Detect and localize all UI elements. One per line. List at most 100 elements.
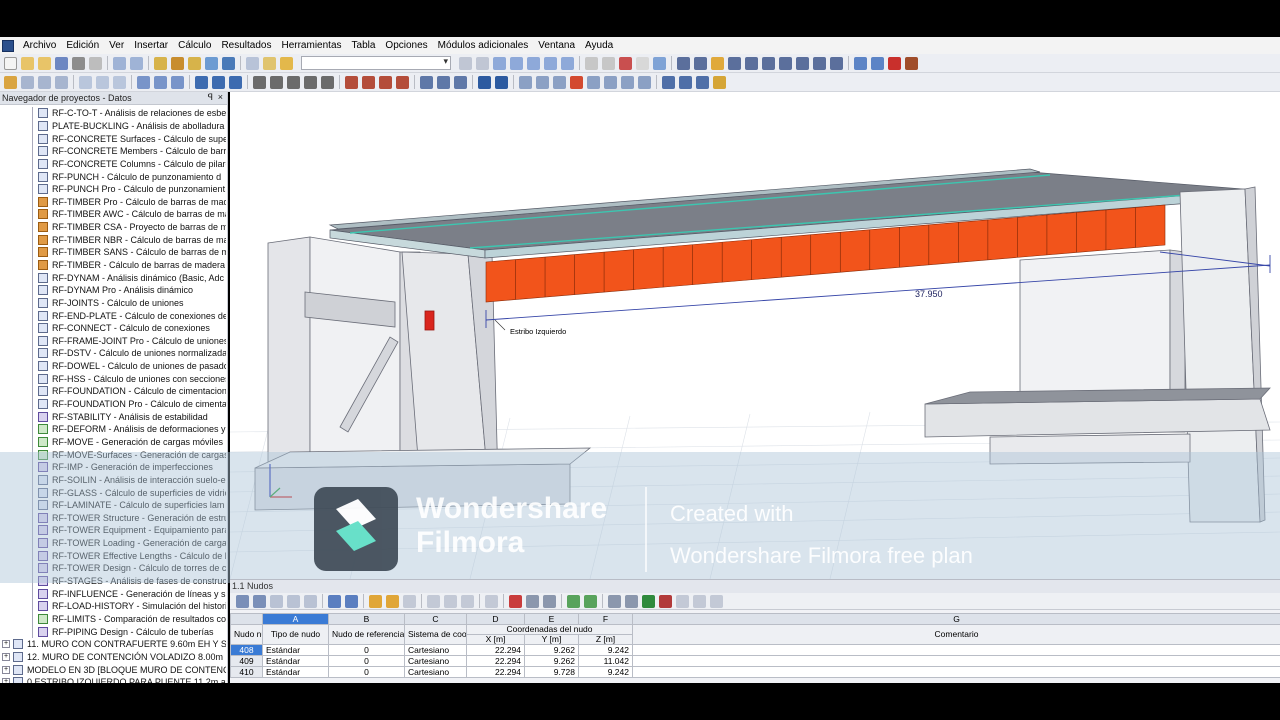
column-letter[interactable]: C [404,613,467,625]
menu-ventana[interactable]: Ventana [533,40,580,51]
next-icon[interactable] [476,56,489,70]
imposed-deformation-icon[interactable] [396,75,409,89]
support-icon[interactable] [137,75,150,89]
navigator-item[interactable]: RF-CONCRETE Surfaces - Cálculo de superf [0,132,226,145]
column-letter[interactable]: D [466,613,525,625]
navigator-item[interactable]: RF-TIMBER - Cálculo de barras de madera [0,258,226,272]
render-options-icon[interactable] [662,75,675,89]
select-icon[interactable] [4,75,17,89]
open-project-icon[interactable] [38,56,51,70]
load-case-select[interactable] [301,56,451,70]
table-settings-icon[interactable] [608,594,621,608]
cell-z[interactable]: 9.242 [578,644,633,656]
cell-sistema[interactable]: Cartesiano [404,655,467,667]
move-icon[interactable] [253,75,266,89]
cell-y[interactable]: 9.728 [524,666,579,678]
navigator-item[interactable]: RF-TIMBER NBR - Cálculo de barras de mac [0,233,226,247]
menu-edicion[interactable]: Edición [61,40,104,51]
column-letter[interactable]: A [262,613,329,625]
menu-ayuda[interactable]: Ayuda [580,40,618,51]
close-icon[interactable]: × [218,92,223,102]
transparency-icon[interactable] [679,75,692,89]
navigator-item[interactable]: RF-TIMBER Pro - Cálculo de barras de mad [0,195,226,209]
surface-icon[interactable] [79,75,92,89]
navigator-item[interactable]: PLATE-BUCKLING - Análisis de abolladura [0,119,226,133]
section-icon[interactable] [519,75,532,89]
cell-tipo[interactable]: Estándar [262,666,329,678]
table-insert-row-icon[interactable] [304,594,317,608]
axis-icon[interactable] [638,75,651,89]
navigator-item[interactable]: RF-TIMBER SANS - Cálculo de barras de ma [0,246,226,259]
rotate-icon[interactable] [270,75,283,89]
guideline-icon[interactable] [454,75,467,89]
navigator-model-item[interactable]: +12. MURO DE CONTENCIÓN VOLADIZO 8.00m E… [0,651,226,664]
table-select-icon[interactable] [328,594,341,608]
column-letter[interactable]: E [524,613,579,625]
navigator-item[interactable]: RF-TIMBER AWC - Cálculo de barras de ma [0,208,226,221]
view-z-icon[interactable] [561,56,574,70]
navigator-item[interactable]: RF-PUNCH Pro - Cálculo de punzonamient [0,182,226,196]
row-header[interactable]: 410 [230,666,263,678]
menu-archivo[interactable]: Archivo [18,40,61,51]
cell-sistema[interactable]: Cartesiano [404,666,467,678]
design-check-icon[interactable] [713,75,726,89]
navigator-item[interactable]: RF-DSTV - Cálculo de uniones normalizada [0,347,226,360]
opening-icon[interactable] [96,75,109,89]
highlight-icon[interactable] [711,56,724,70]
table-fx-icon[interactable] [676,594,689,608]
table-redo-icon[interactable] [386,594,399,608]
nodes-icon[interactable] [745,56,758,70]
material-icon[interactable] [536,75,549,89]
table-sort-icon[interactable] [427,594,440,608]
table-formula-icon[interactable] [693,594,706,608]
table-excel-icon[interactable] [567,594,580,608]
open-folder-icon[interactable] [21,56,34,70]
color-icon[interactable] [905,56,918,70]
load-case-icon[interactable] [195,75,208,89]
zoom-all-icon[interactable] [602,56,615,70]
navigator-item[interactable]: RF-INFLUENCE - Generación de líneas y su… [0,587,226,600]
edit-icon[interactable] [154,56,167,70]
scale-icon[interactable] [304,75,317,89]
table-move-icon[interactable] [526,594,539,608]
undo-icon[interactable] [113,56,126,70]
navigator-item[interactable]: RF-DOWEL - Cálculo de uniones de pasadc [0,359,226,373]
menu-tabla[interactable]: Tabla [347,40,381,51]
check-model-icon[interactable] [570,75,583,89]
table-print-icon[interactable] [625,594,638,608]
search-icon[interactable] [171,56,184,70]
table-replace-icon[interactable] [461,594,474,608]
snap-grid-icon[interactable] [621,75,634,89]
navigator-item[interactable]: RF-FOUNDATION Pro - Cálculo de cimenta [0,397,226,411]
table-filter-icon[interactable] [236,594,249,608]
members-icon[interactable] [728,56,741,70]
new-file-icon[interactable] [4,56,17,70]
column-letter[interactable]: F [578,613,633,625]
table-copy-icon[interactable] [270,594,283,608]
comment-icon[interactable] [871,56,884,70]
navigator-item[interactable]: RF-STABILITY - Análisis de estabilidad [0,410,226,424]
filter-icon[interactable] [495,75,508,89]
table-export-icon[interactable] [642,594,655,608]
loads-icon[interactable] [830,56,843,70]
expand-icon[interactable]: + [2,665,10,674]
pin-icon[interactable]: ꟼ [208,92,213,103]
menu-calculo[interactable]: Cálculo [173,40,216,51]
supports-icon[interactable] [796,56,809,70]
column-letter[interactable]: B [328,613,405,625]
cell-x[interactable]: 22.294 [466,655,525,667]
surface-load-icon[interactable] [362,75,375,89]
menu-herramientas[interactable]: Herramientas [276,40,346,51]
navigator-item[interactable]: RF-CONNECT - Cálculo de conexiones [0,321,226,335]
set-of-members-icon[interactable] [171,75,184,89]
navigator-item[interactable]: RF-DEFORM - Análisis de deformaciones y [0,423,226,436]
navigator-item[interactable]: RF-LIMITS - Comparación de resultados co [0,612,226,626]
table-close-icon[interactable] [659,594,672,608]
cell-referencia[interactable]: 0 [328,644,405,656]
lock-icon[interactable] [280,56,293,70]
thickness-icon[interactable] [553,75,566,89]
column-letter[interactable]: G [632,613,1280,625]
view-iso-icon[interactable] [510,56,523,70]
nodal-load-icon[interactable] [379,75,392,89]
member-icon[interactable] [38,75,51,89]
